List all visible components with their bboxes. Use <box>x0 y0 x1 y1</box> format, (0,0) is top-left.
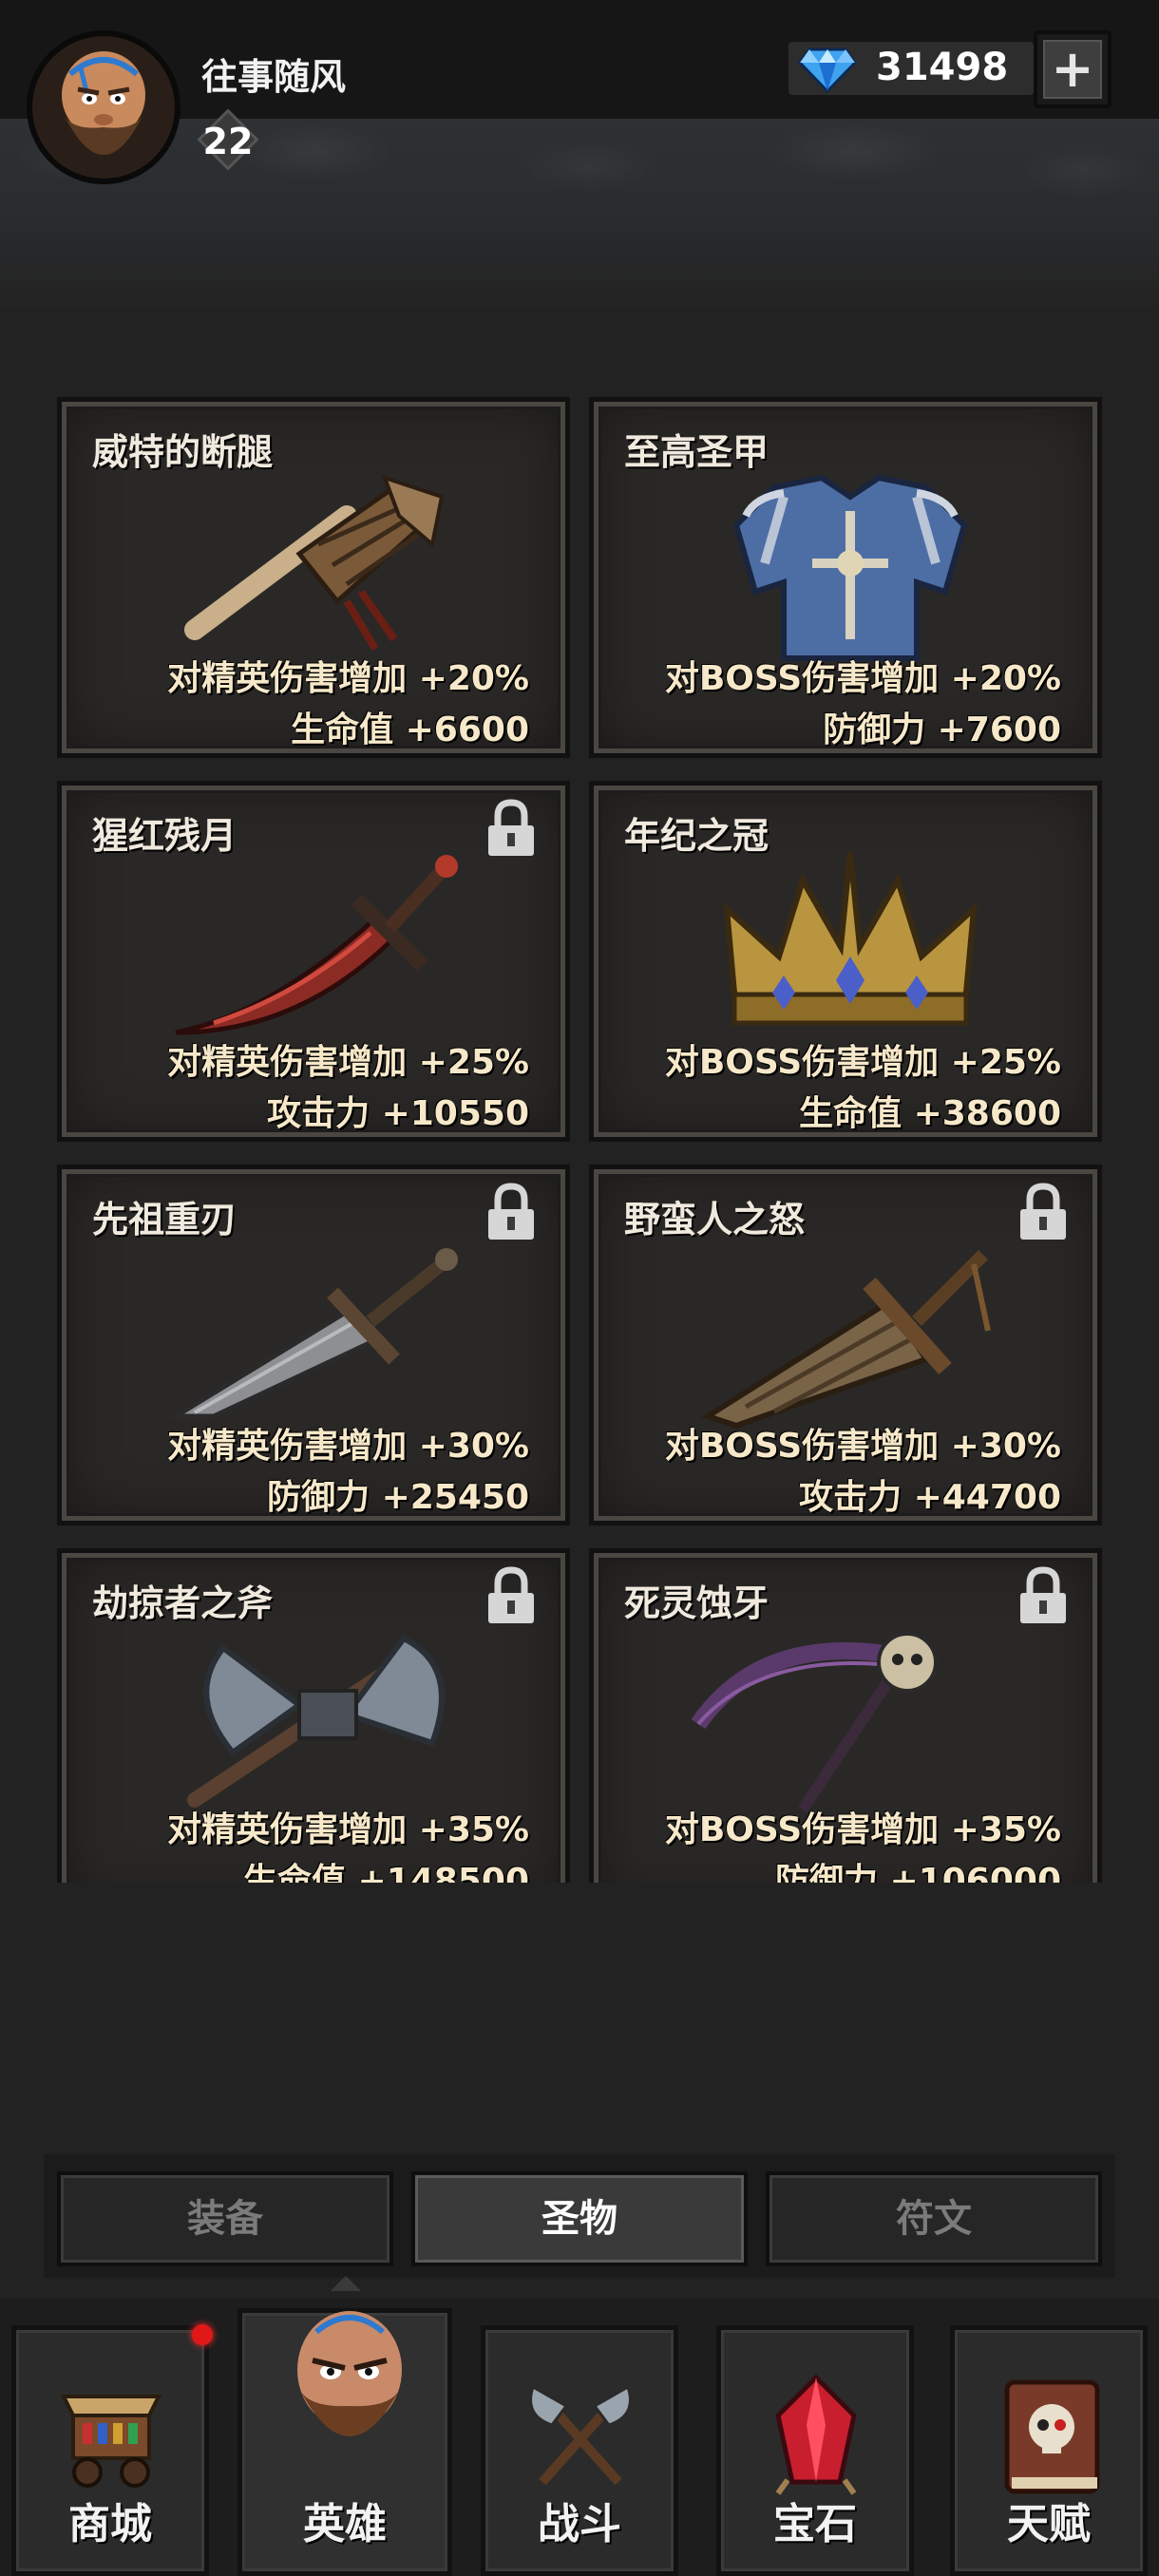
nav-battle[interactable]: 战斗 <box>481 2325 678 2576</box>
relic-stat-secondary: 防御力 +25450 <box>267 1478 529 1517</box>
barbarian-greatsword-icon <box>701 1250 991 1430</box>
lock-icon <box>488 1566 534 1623</box>
relic-stat-primary: 对BOSS伤害增加 +35% <box>664 1810 1061 1849</box>
relic-card[interactable]: 至高圣甲 对BOSS伤害增加 +20% 防御力 +7600 <box>589 397 1102 758</box>
crimson-sword-icon <box>175 855 458 1035</box>
relic-stat-primary: 对精英伤害增加 +35% <box>167 1810 529 1849</box>
relic-stat-primary: 对精英伤害增加 +30% <box>167 1427 529 1466</box>
bearded-hero-avatar-icon <box>32 36 175 179</box>
relic-stat-secondary: 生命值 +148500 <box>243 1862 529 1883</box>
relic-stat-primary: 对BOSS伤害增加 +20% <box>664 659 1061 698</box>
relic-card[interactable]: 野蛮人之怒 对BOSS伤害增加 +30% 攻击力 +44700 <box>589 1165 1102 1525</box>
notification-dot <box>192 2324 213 2345</box>
nav-label: 英雄 <box>303 2500 387 2548</box>
nav-label: 战斗 <box>538 2500 621 2548</box>
double-axe-icon <box>187 1635 445 1808</box>
relic-card[interactable]: 先祖重刃 对精英伤害增加 +30% 防御力 +25450 <box>57 1165 570 1525</box>
diamond-gem-icon <box>798 47 857 94</box>
nav-shop[interactable]: 商城 <box>11 2325 209 2576</box>
gem-count: 31498 <box>876 46 1009 89</box>
relic-stat-primary: 对精英伤害增加 +20% <box>167 659 529 698</box>
tab-runes[interactable]: 符文 <box>766 2171 1102 2266</box>
ancestral-blade-icon <box>167 1248 458 1419</box>
relic-stat-secondary: 生命值 +38600 <box>799 1094 1061 1133</box>
relic-grid[interactable]: 威特的断腿 对精英伤害增加 +20% 生命值 +6600 至高圣甲 对BOSS伤… <box>0 380 1159 1883</box>
relic-stat-secondary: 防御力 +106000 <box>775 1862 1061 1883</box>
red-gem-icon <box>775 2374 857 2495</box>
stone-wall-backdrop <box>0 119 1159 309</box>
nav-label: 天赋 <box>1007 2500 1091 2548</box>
skull-scythe-icon <box>691 1632 938 1813</box>
plus-icon: + <box>1043 40 1102 99</box>
player-name: 往事随风 <box>201 56 347 98</box>
relic-stat-primary: 对精英伤害增加 +25% <box>167 1043 529 1082</box>
skull-book-icon <box>1004 2379 1100 2494</box>
relic-card[interactable]: 年纪之冠 对BOSS伤害增加 +25% 生命值 +38600 <box>589 781 1102 1142</box>
nav-hero[interactable]: 英雄 <box>238 2308 452 2576</box>
relic-stat-secondary: 攻击力 +10550 <box>267 1094 529 1133</box>
relic-subtab-bar: 装备 圣物 符文 <box>44 2154 1115 2278</box>
relic-stat-primary: 对BOSS伤害增加 +30% <box>664 1427 1061 1466</box>
relic-card[interactable]: 猩红残月 对精英伤害增加 +25% 攻击力 +10550 <box>57 781 570 1142</box>
active-nav-pointer <box>331 2276 361 2291</box>
relic-stat-secondary: 防御力 +7600 <box>823 710 1061 749</box>
gem-currency-display: 31498 <box>788 42 1034 95</box>
player-level-badge: 22 <box>195 106 261 173</box>
crown-icon <box>723 851 978 1026</box>
holy-armor-icon <box>732 474 968 661</box>
relic-stat-primary: 对BOSS伤害增加 +25% <box>664 1043 1061 1082</box>
lock-icon <box>488 1183 534 1240</box>
relic-card[interactable]: 威特的断腿 对精英伤害增加 +20% 生命值 +6600 <box>57 397 570 758</box>
nav-label: 商城 <box>68 2500 152 2548</box>
lock-icon <box>1020 1566 1066 1623</box>
lock-icon <box>1020 1183 1066 1240</box>
player-avatar[interactable] <box>27 30 180 184</box>
add-gems-button[interactable]: + <box>1034 30 1112 108</box>
nav-talent[interactable]: 天赋 <box>950 2325 1148 2576</box>
crossed-axes-icon <box>529 2384 632 2486</box>
shop-cart-icon <box>60 2395 162 2488</box>
tab-equipment[interactable]: 装备 <box>57 2171 393 2266</box>
broken-leg-club-icon <box>184 474 445 652</box>
hero-portrait-icon <box>297 2311 402 2436</box>
nav-gems[interactable]: 宝石 <box>716 2325 914 2576</box>
relic-stat-secondary: 攻击力 +44700 <box>799 1478 1061 1517</box>
nav-label: 宝石 <box>773 2500 857 2548</box>
relic-stat-secondary: 生命值 +6600 <box>291 710 529 749</box>
tab-relics[interactable]: 圣物 <box>411 2171 748 2266</box>
lock-icon <box>488 799 534 856</box>
level-value: 22 <box>202 121 254 162</box>
relic-card[interactable]: 死灵蚀牙 对BOSS伤害增加 +35% 防御力 +106000 <box>589 1548 1102 1883</box>
relic-card[interactable]: 劫掠者之斧 对精英伤害增加 +35% 生命值 +148500 <box>57 1548 570 1883</box>
